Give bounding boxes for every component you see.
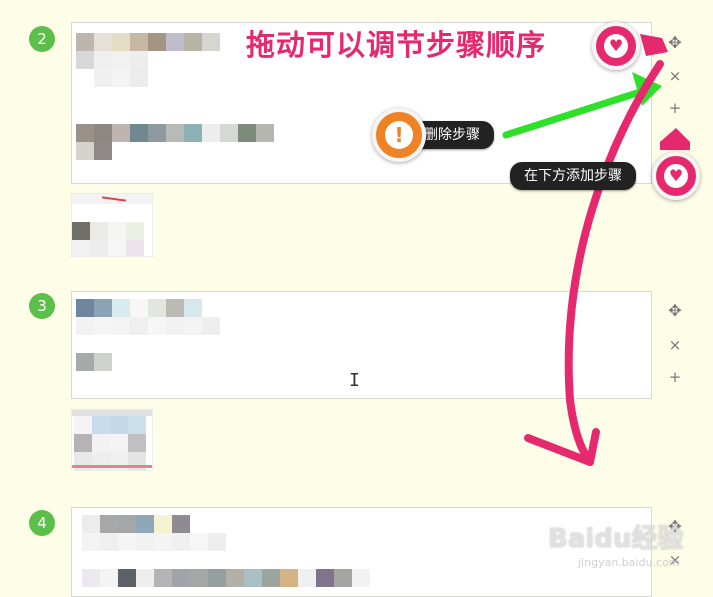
add-step-icon[interactable]: +	[666, 368, 684, 386]
step-2-image-thumbnail[interactable]	[71, 193, 153, 257]
heart-icon: ♥	[664, 164, 688, 188]
drag-reorder-annotation: 拖动可以调节步骤顺序	[246, 28, 547, 62]
blurred-step-text	[76, 353, 112, 371]
heart-badge-icon: ♥	[592, 22, 640, 70]
blurred-step-text	[76, 299, 202, 317]
heart-icon: ♥	[604, 34, 628, 58]
blurred-step-text	[82, 515, 190, 533]
heart-badge-icon: ♥	[652, 152, 700, 200]
blurred-step-text	[76, 317, 220, 335]
warning-badge-icon: !	[372, 108, 426, 162]
blurred-step-text	[76, 124, 274, 142]
exclamation-icon: !	[385, 121, 413, 149]
step-number-badge: 2	[29, 26, 55, 52]
watermark-url: jingyan.baidu.com	[578, 556, 680, 569]
blurred-step-text	[76, 142, 112, 160]
move-handle-icon[interactable]: ✥	[666, 34, 684, 52]
blurred-step-text	[76, 33, 220, 51]
watermark-logo-text: Baidu经验	[548, 524, 684, 554]
delete-step-icon[interactable]: ×	[666, 336, 684, 354]
pink-pointer-icon	[660, 128, 690, 150]
text-cursor-icon: I	[349, 370, 360, 391]
blurred-step-text	[94, 69, 148, 87]
step-3-image-thumbnail[interactable]	[71, 409, 153, 471]
delete-step-icon[interactable]: ×	[666, 67, 684, 85]
move-handle-icon[interactable]: ✥	[666, 302, 684, 320]
baidu-watermark: Baidu经验 jingyan.baidu.com	[548, 510, 708, 580]
add-step-tooltip: 在下方添加步骤	[510, 162, 636, 190]
step-number-badge: 3	[29, 293, 55, 319]
step-number-badge: 4	[29, 510, 55, 536]
blurred-step-text	[82, 533, 226, 551]
step-3-text-editor[interactable]	[71, 291, 652, 399]
add-step-icon[interactable]: +	[666, 99, 684, 117]
pink-arrowhead-icon	[524, 428, 600, 466]
blurred-step-text	[76, 51, 148, 69]
blurred-step-text	[82, 569, 370, 587]
